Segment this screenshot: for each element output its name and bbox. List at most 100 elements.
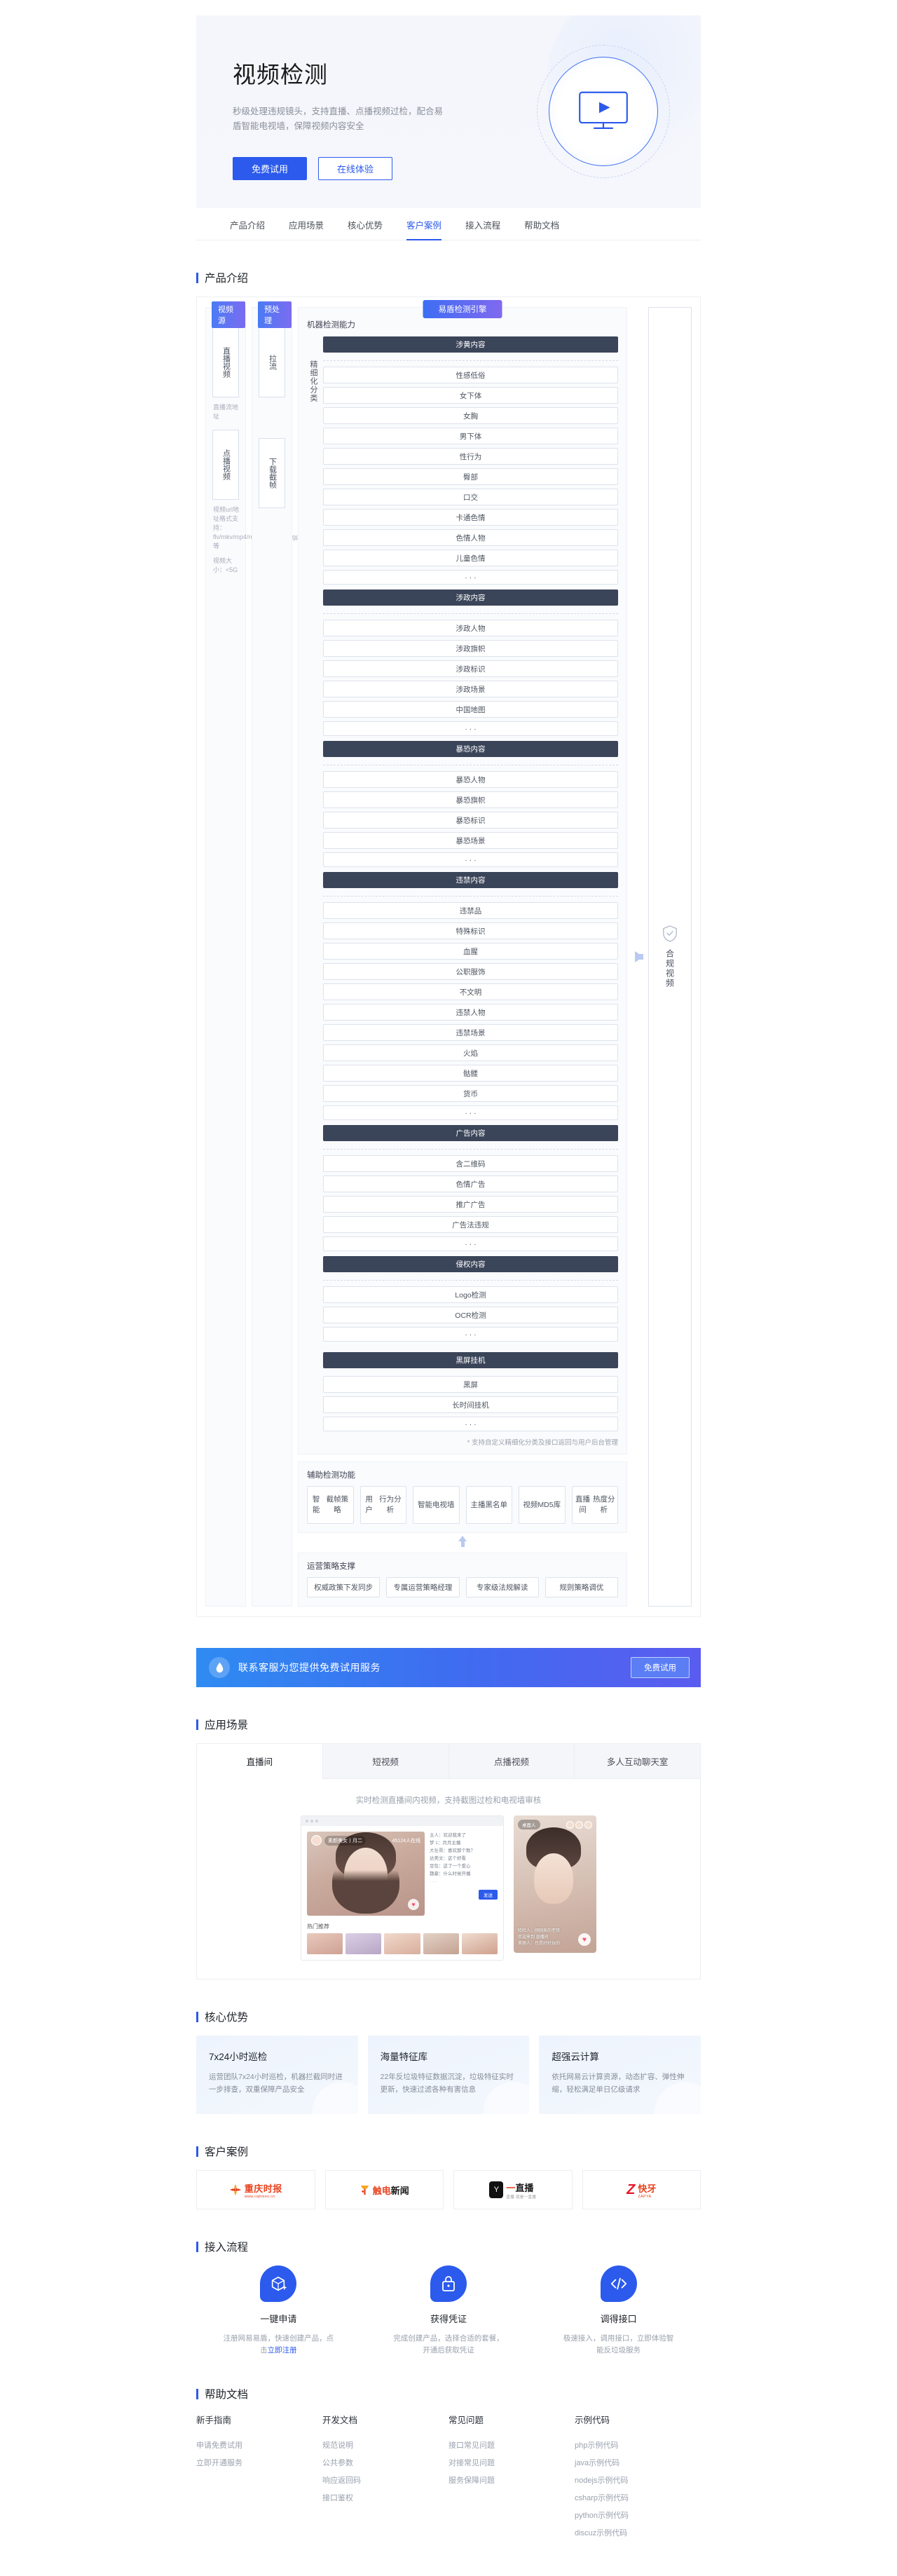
scenario-tab-live[interactable]: 直播间 <box>197 1744 322 1779</box>
docs-column-title: 示例代码 <box>575 2415 610 2425</box>
heart-icon[interactable]: ♥ <box>408 1899 419 1910</box>
auxiliary-card: 智能 电视墙 <box>413 1486 460 1524</box>
chat-line: · · · <box>430 1879 437 1884</box>
case-card[interactable]: Z 快牙 ZAPYA <box>582 2170 701 2209</box>
scenario-tab-vod[interactable]: 点播视频 <box>448 1744 575 1779</box>
operations-support-panel: 运营策略支撑 权威政策下发同步 专属运营策略经理 专家级法规解读 规则策略调优 <box>298 1553 627 1607</box>
docs-link[interactable]: 立即开通服务 <box>196 2455 322 2472</box>
thumbnail[interactable] <box>384 1933 420 1954</box>
thumbnail[interactable] <box>345 1933 382 1954</box>
capability-item: 暴恐旗帜 <box>322 791 618 808</box>
thumbnail-strip <box>301 1933 503 1960</box>
capability-group-head: 违禁内容 <box>322 872 618 888</box>
docs-link[interactable]: 申请免费试用 <box>196 2437 322 2455</box>
advantage-title: 海量特征库 <box>380 2052 428 2062</box>
tab-scenarios[interactable]: 应用场景 <box>289 208 324 240</box>
case-card[interactable]: 触电新闻 <box>324 2170 444 2209</box>
docs-link[interactable]: 公共参数 <box>322 2455 448 2472</box>
capability-item: 性感低俗 <box>322 367 618 383</box>
capability-item: 火焰 <box>322 1044 618 1061</box>
diagram-preprocess-tag: 预处理 <box>258 301 292 328</box>
flow-desc: 极速接入，调用接口，立即体验智能反垃圾服务 <box>563 2334 674 2354</box>
capability-item: 性行为 <box>322 448 618 465</box>
upward-arrow-wrap <box>298 1536 627 1547</box>
capability-group-head: 涉黄内容 <box>322 336 618 353</box>
live-room-mockup: 素颜美女丨月二 45124人在线 ♥ 主人：欢迎我来了 梦 1：月月主播 大壮哥… <box>301 1815 504 1961</box>
mock-titlebar <box>301 1816 503 1826</box>
docs-link[interactable]: 规范说明 <box>322 2437 448 2455</box>
capability-item: 广告法违规 <box>322 1216 618 1233</box>
docs-link[interactable]: 响应返回码 <box>322 2472 448 2490</box>
chat-send-button[interactable]: 发送 <box>479 1890 498 1900</box>
capability-item: 卡通色情 <box>322 509 618 526</box>
online-demo-button[interactable]: 在线体验 <box>318 157 392 180</box>
capability-item: 涉政旗帜 <box>322 640 618 657</box>
scenario-description: 实时检测直播间内视频，支持截图过检和电视墙审核 <box>355 1797 542 1805</box>
lock-icon <box>430 2265 467 2302</box>
source-live-label: 直播视频 <box>221 347 231 378</box>
viewer-count: 45124人在线 <box>392 1838 420 1844</box>
docs-link[interactable]: discuz示例代码 <box>575 2525 701 2542</box>
preprocess-pull-label: 拉流 <box>268 355 277 370</box>
cta-free-trial-button[interactable]: 免费试用 <box>631 1657 690 1678</box>
docs-link[interactable]: nodejs示例代码 <box>575 2472 701 2490</box>
mobile-chat-line: 欢迎来到 直播间 <box>518 1935 549 1940</box>
thumbnail[interactable] <box>461 1933 498 1954</box>
tab-access-flow[interactable]: 接入流程 <box>465 208 500 240</box>
box-add-icon <box>260 2265 297 2302</box>
cqtimes-mark-icon <box>229 2183 241 2196</box>
section-title-scene: 应用场景 <box>196 1717 701 1732</box>
capability-items: 黑屏 长时间挂机 · · · <box>322 1376 618 1431</box>
capability-item: · · · <box>322 852 618 867</box>
yizhibo-mark-icon: Y <box>489 2181 504 2198</box>
docs-link[interactable]: 接口鉴权 <box>322 2490 448 2507</box>
docs-link[interactable]: 服务保障问题 <box>448 2472 575 2490</box>
free-trial-button[interactable]: 免费试用 <box>233 157 307 180</box>
capability-item: 色情人物 <box>322 529 618 546</box>
case-logo-name: 触电新闻 <box>372 2185 409 2196</box>
docs-link[interactable]: java示例代码 <box>575 2455 701 2472</box>
capability-column: 涉黄内容 性感低俗 女下体 女胸 男下体 性行为 臀部 口交 卡通色情 色情人物 儿童色情 · · ·… <box>322 336 618 1431</box>
scenario-tab-short-video[interactable]: 短视频 <box>322 1744 448 1779</box>
register-link[interactable]: 立即注册 <box>268 2346 297 2354</box>
advantage-title: 超强云计算 <box>552 2052 599 2062</box>
heart-icon[interactable]: ♥ <box>578 1933 591 1946</box>
capability-item: · · · <box>322 1327 618 1342</box>
thumbnail[interactable] <box>307 1933 343 1954</box>
thumbnail[interactable] <box>423 1933 459 1954</box>
source-vod-note2: 视频大小：<5G <box>213 557 238 573</box>
auxiliary-card: 智能 截帧策略 <box>307 1486 354 1524</box>
tab-advantages[interactable]: 核心优势 <box>348 208 383 240</box>
chat-line: 魏豪：什么时候开播 <box>430 1872 471 1876</box>
chat-line: 达美文：这个好看 <box>430 1856 466 1861</box>
docs-column: 示例代码 php示例代码 java示例代码 nodejs示例代码 csharp示例代码 p… <box>575 2413 701 2542</box>
docs-link[interactable]: python示例代码 <box>575 2507 701 2525</box>
tab-customer-cases[interactable]: 客户案例 <box>406 208 442 240</box>
hero-banner: 视频检测 秒级处理违规镜头，支持直播、点播视频过检，配合易盾智能电视墙，保障视频… <box>196 15 701 208</box>
docs-link[interactable]: 接口常见问题 <box>448 2437 575 2455</box>
cases-row: 重庆时报 www.cqtimes.cn 触电新闻 Y 一直播 直播·就是一直播 … <box>196 2170 701 2209</box>
capability-group: 暴恐内容 暴恐人物 暴恐旗帜 暴恐标识 暴恐场景 · · · <box>322 741 618 867</box>
section-title-cases: 客户案例 <box>196 2144 701 2159</box>
cta-text: 联系客服为您提供免费试用服务 <box>238 1662 381 1673</box>
docs-link[interactable]: php示例代码 <box>575 2437 701 2455</box>
flow-row: 一键申请 注册网易易盾，快速创建产品，点击立即注册 获得凭证 完成创建产品，选择… <box>196 2265 701 2357</box>
source-vod-note: 视频url地址格式支持：flv/mkv/mp4/rmvb/avi/wmv/3gp… <box>213 506 320 550</box>
tab-help-docs[interactable]: 帮助文档 <box>524 208 559 240</box>
page-root: 视频检测 秒级处理违规镜头，支持直播、点播视频过检，配合易盾智能电视墙，保障视频… <box>0 15 897 2576</box>
chudian-mark-icon <box>360 2185 369 2195</box>
source-vod-box: 点播视频 <box>212 430 239 500</box>
arrow-up-icon <box>458 1536 467 1547</box>
scenario-tabs: 直播间 短视频 点播视频 多人互动聊天室 <box>197 1744 700 1779</box>
page-tabs: 产品介绍 应用场景 核心优势 客户案例 接入流程 帮助文档 <box>196 208 701 240</box>
output-label: 合规视频 <box>664 949 675 988</box>
docs-link[interactable]: csharp示例代码 <box>575 2490 701 2507</box>
capability-item: · · · <box>322 721 618 736</box>
tab-product-intro[interactable]: 产品介绍 <box>230 208 265 240</box>
docs-link[interactable]: 对接常见问题 <box>448 2455 575 2472</box>
flow-step: 获得凭证 完成创建产品，选择合适的套餐，开通后获取凭证 <box>367 2265 531 2357</box>
source-live-box: 直播视频 <box>212 327 239 397</box>
case-card[interactable]: Y 一直播 直播·就是一直播 <box>453 2170 573 2209</box>
case-card[interactable]: 重庆时报 www.cqtimes.cn <box>196 2170 315 2209</box>
scenario-tab-chatroom[interactable]: 多人互动聊天室 <box>574 1744 700 1779</box>
